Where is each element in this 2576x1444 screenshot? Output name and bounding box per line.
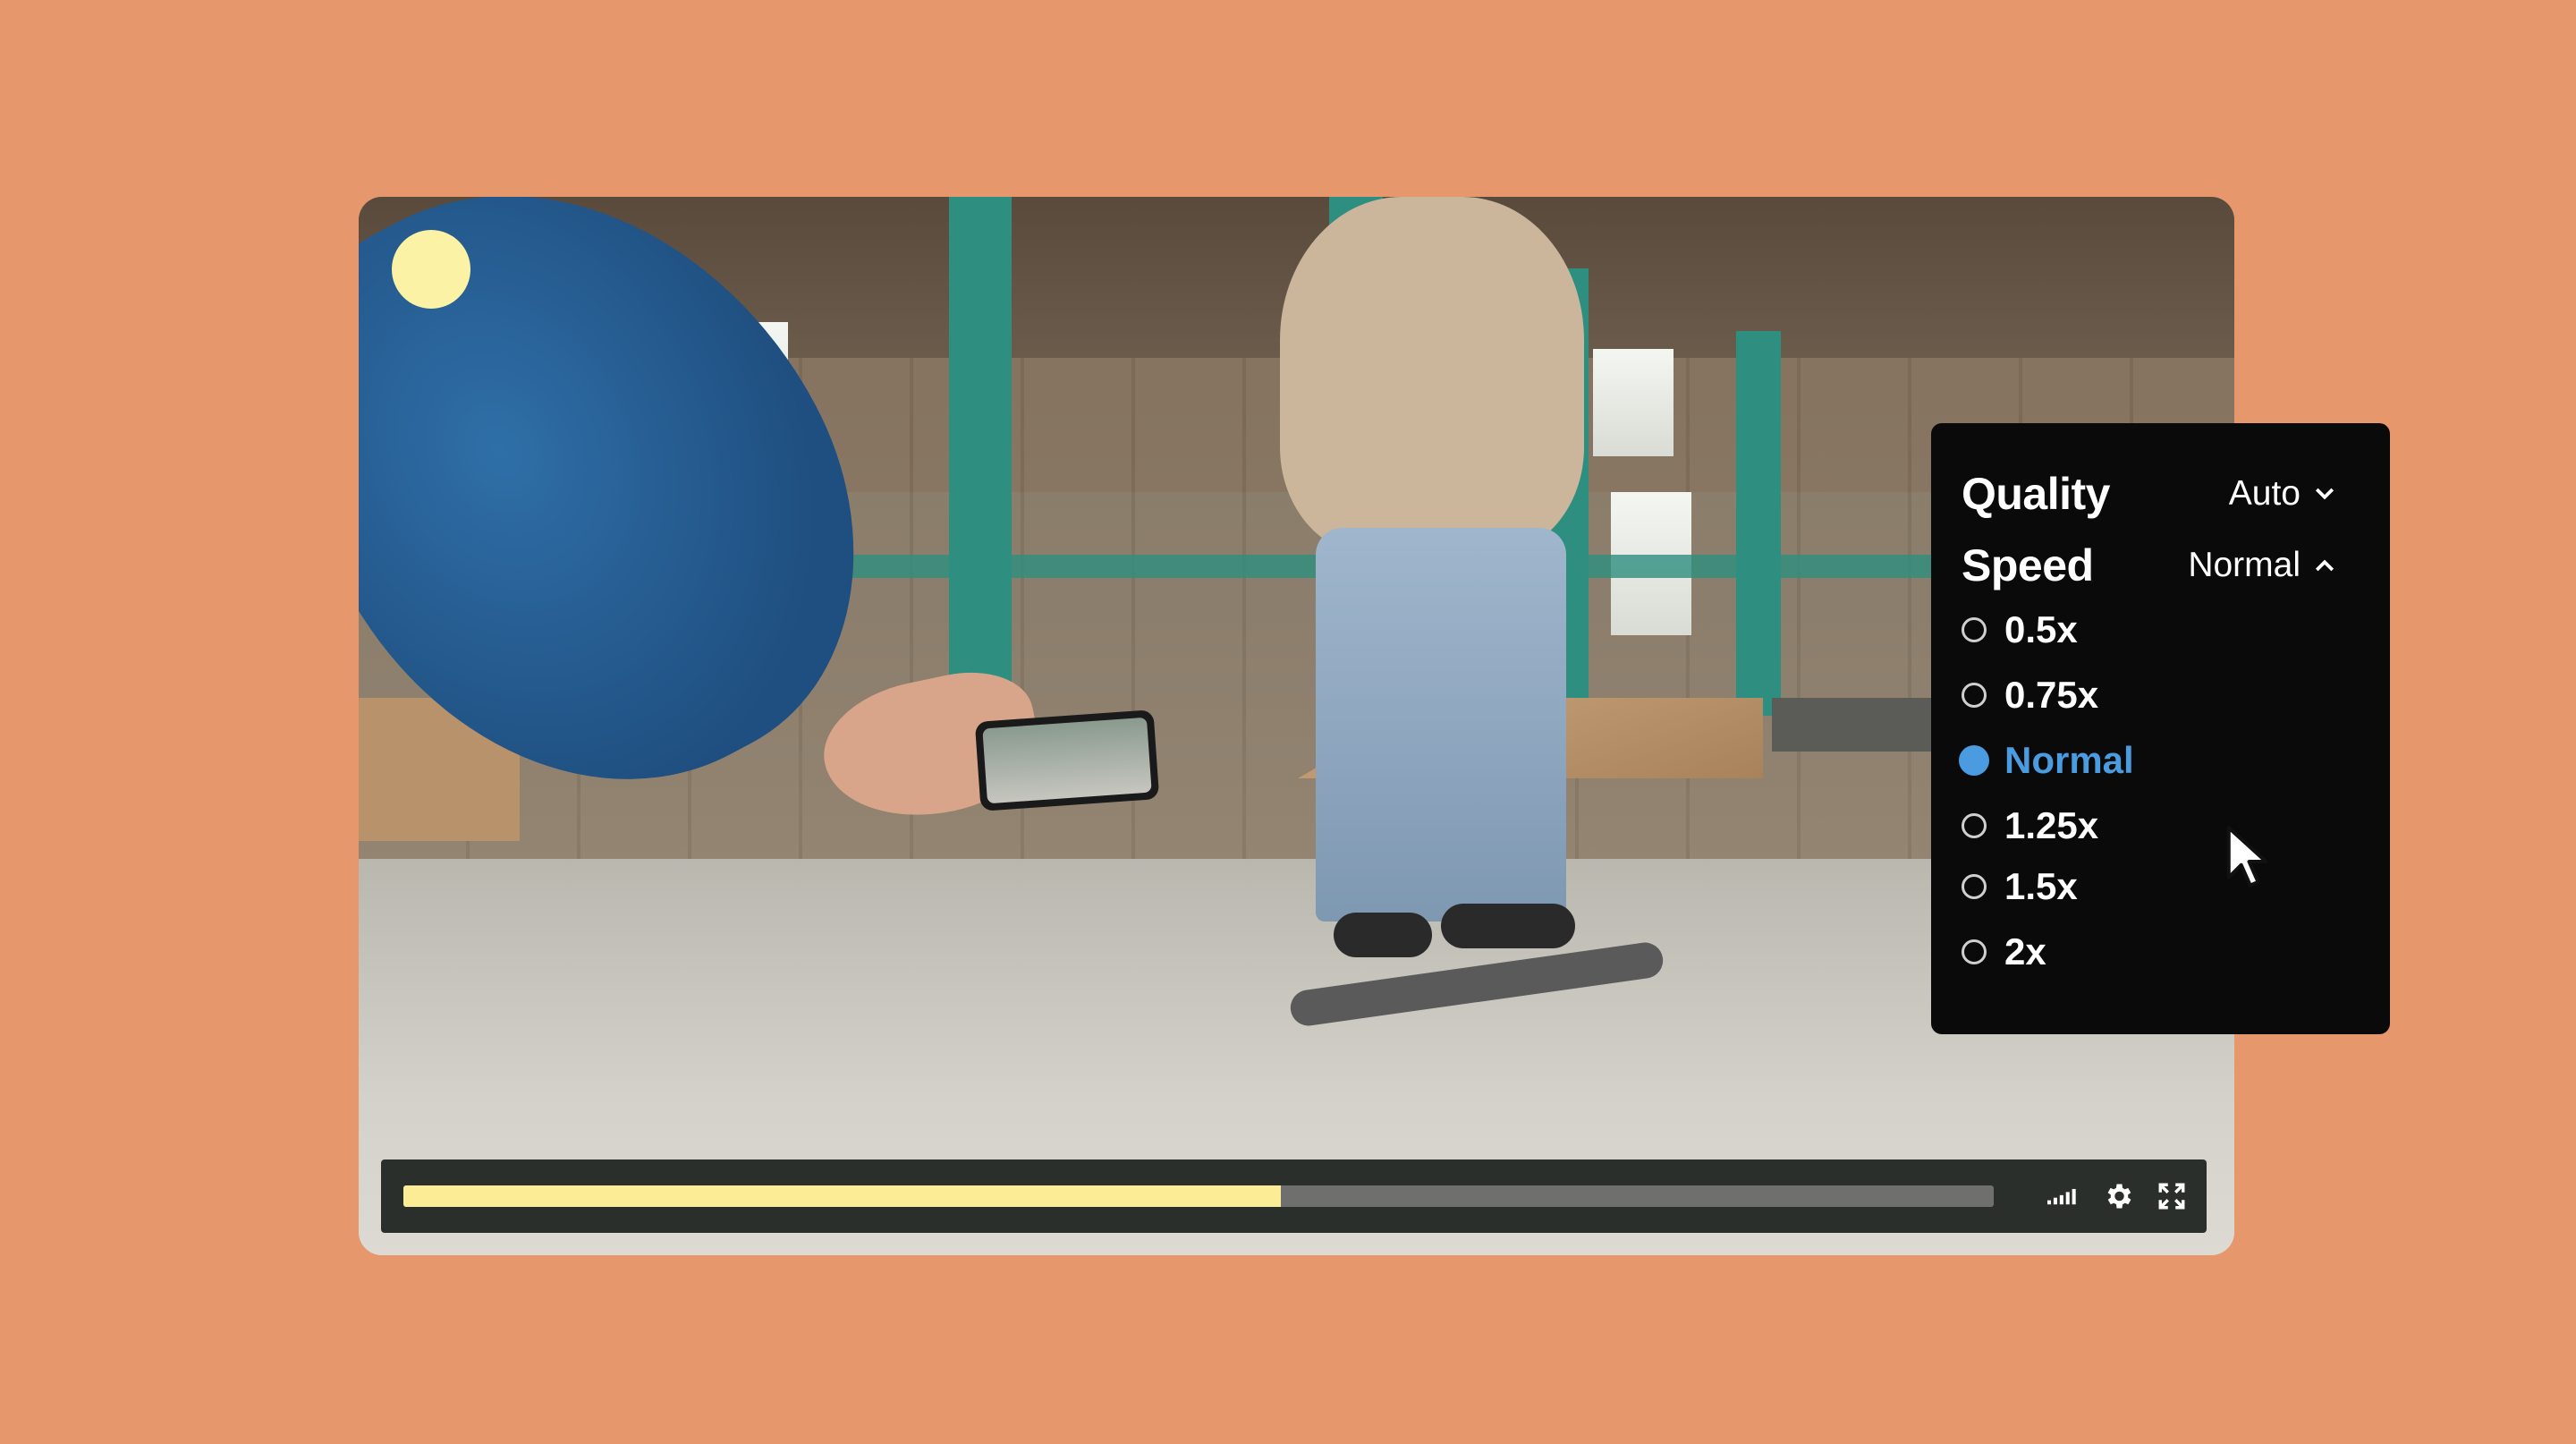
scene-shoe bbox=[1334, 913, 1432, 957]
radio-button[interactable] bbox=[1962, 813, 1987, 838]
scene-skater-torso bbox=[1280, 197, 1584, 555]
settings-menu: Quality Auto Speed Normal 0.5x 0.75x Nor… bbox=[1931, 423, 2390, 1034]
speed-option-label: Normal bbox=[2004, 739, 2134, 781]
speed-option-label: 1.5x bbox=[2004, 865, 2078, 907]
speed-option[interactable]: 1.5x bbox=[1962, 865, 2078, 908]
speed-row[interactable]: Speed Normal bbox=[1962, 539, 2338, 591]
speed-option[interactable]: 0.5x bbox=[1962, 608, 2078, 651]
mouse-cursor-icon bbox=[2226, 826, 2268, 888]
speed-option[interactable]: 0.75x bbox=[1962, 674, 2098, 717]
radio-button[interactable] bbox=[1962, 874, 1987, 899]
quality-label: Quality bbox=[1962, 469, 2110, 519]
chevron-down-icon bbox=[2315, 488, 2334, 500]
control-icons bbox=[2047, 1177, 2189, 1215]
control-bar bbox=[381, 1159, 2207, 1233]
speed-option-label: 2x bbox=[2004, 930, 2046, 973]
progress-bar[interactable] bbox=[403, 1185, 1994, 1207]
scene-shoe bbox=[1441, 904, 1575, 948]
speed-option[interactable]: 1.25x bbox=[1962, 804, 2098, 847]
radio-button[interactable] bbox=[1962, 617, 1987, 642]
scene-phone bbox=[974, 709, 1160, 811]
speed-value: Normal bbox=[2188, 546, 2301, 584]
speed-option-label: 0.5x bbox=[2004, 608, 2078, 650]
fullscreen-icon[interactable] bbox=[2155, 1179, 2189, 1213]
scene-skater-jeans bbox=[1316, 528, 1566, 922]
scene-window bbox=[1593, 349, 1674, 456]
scene-beam bbox=[1736, 331, 1781, 716]
radio-button[interactable] bbox=[1962, 939, 1987, 964]
quality-value: Auto bbox=[2228, 474, 2301, 513]
progress-fill bbox=[403, 1185, 1282, 1207]
speed-label: Speed bbox=[1962, 540, 2094, 590]
gear-icon[interactable] bbox=[2101, 1179, 2135, 1213]
quality-row[interactable]: Quality Auto bbox=[1962, 468, 2338, 520]
speed-option-label: 1.25x bbox=[2004, 804, 2099, 846]
radio-button[interactable] bbox=[1962, 683, 1987, 708]
radio-button-selected[interactable] bbox=[1959, 745, 1989, 776]
record-indicator bbox=[392, 230, 470, 309]
speed-option-label: 0.75x bbox=[2004, 674, 2099, 716]
speed-option[interactable]: 2x bbox=[1962, 930, 2046, 973]
speed-option-selected[interactable]: Normal bbox=[1959, 739, 2134, 782]
chevron-up-icon bbox=[2315, 559, 2334, 572]
speed-dropdown[interactable]: Normal bbox=[2188, 546, 2338, 585]
quality-dropdown[interactable]: Auto bbox=[2229, 474, 2338, 514]
scene-beam bbox=[949, 197, 1012, 698]
signal-bars-icon[interactable] bbox=[2047, 1179, 2081, 1213]
